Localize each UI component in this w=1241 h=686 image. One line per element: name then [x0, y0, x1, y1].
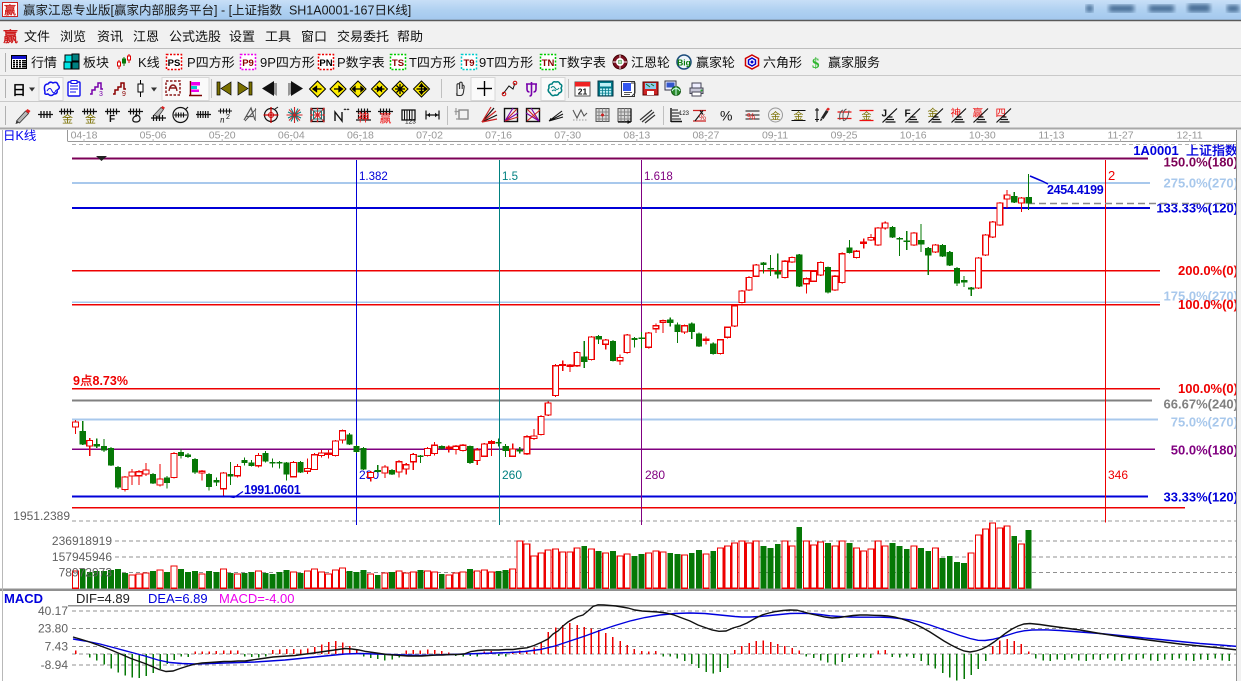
svg-text:P: P — [337, 55, 346, 70]
svg-text:K: K — [16, 129, 25, 143]
svg-text:1951.2389: 1951.2389 — [13, 509, 70, 523]
svg-text:F: F — [109, 114, 115, 125]
svg-text:236918919: 236918919 — [52, 534, 112, 548]
svg-text:2: 2 — [1108, 168, 1115, 183]
svg-text:T9: T9 — [463, 58, 474, 69]
svg-text:[: [ — [111, 4, 115, 18]
svg-text:1991.0601: 1991.0601 — [244, 483, 301, 497]
svg-text:346: 346 — [1108, 468, 1128, 482]
svg-text:21: 21 — [578, 87, 588, 97]
svg-text:9P: 9P — [260, 55, 276, 70]
svg-text:P9: P9 — [242, 58, 254, 69]
svg-text:%: % — [720, 108, 732, 124]
svg-text:157945946: 157945946 — [52, 550, 112, 564]
svg-text:23.80: 23.80 — [38, 622, 68, 636]
svg-text:280: 280 — [645, 468, 665, 482]
svg-text:1.5: 1.5 — [502, 171, 518, 183]
svg-text:DIF=4.89: DIF=4.89 — [76, 591, 130, 606]
svg-text:1.382: 1.382 — [359, 171, 388, 183]
svg-text:%: % — [699, 113, 706, 122]
svg-text:50.0%(180): 50.0%(180) — [1171, 443, 1238, 458]
svg-text:8.73%: 8.73% — [93, 374, 128, 388]
svg-text:-8.94: -8.94 — [41, 658, 69, 672]
svg-text:100.0%(0): 100.0%(0) — [1178, 381, 1238, 396]
svg-text:150.0%(180): 150.0%(180) — [1164, 155, 1238, 170]
svg-text:T: T — [409, 55, 417, 70]
svg-text:TS: TS — [392, 58, 404, 69]
svg-text:K: K — [138, 55, 147, 70]
svg-text:100.0%(0): 100.0%(0) — [1178, 297, 1238, 312]
svg-text:123: 123 — [679, 111, 690, 117]
svg-text:9T: 9T — [479, 55, 494, 70]
svg-text:275.0%(270): 275.0%(270) — [1164, 176, 1238, 191]
svg-text:K: K — [387, 4, 396, 18]
svg-text:SH1A0001-167: SH1A0001-167 — [282, 4, 374, 18]
svg-text:66.67%(240): 66.67%(240) — [1164, 397, 1238, 412]
svg-text:9: 9 — [122, 91, 126, 98]
svg-text:MACD=-4.00: MACD=-4.00 — [219, 591, 295, 606]
svg-text:9: 9 — [73, 374, 80, 388]
svg-text:J: J — [882, 109, 888, 120]
svg-text:78972973: 78972973 — [59, 566, 113, 580]
svg-text:2454.4199: 2454.4199 — [1047, 183, 1104, 197]
svg-text:3: 3 — [99, 91, 103, 98]
svg-text:75.0%(270): 75.0%(270) — [1171, 415, 1238, 430]
svg-text:P: P — [187, 55, 196, 70]
svg-text:123: 123 — [405, 119, 416, 126]
svg-text:n: n — [220, 115, 225, 125]
svg-text:7.43: 7.43 — [45, 639, 69, 653]
svg-text:PS: PS — [168, 58, 181, 69]
svg-text:DEA=6.89: DEA=6.89 — [148, 591, 208, 606]
svg-text:1.618: 1.618 — [644, 171, 673, 183]
svg-text:TN: TN — [542, 58, 555, 69]
svg-text:40.17: 40.17 — [38, 604, 68, 618]
svg-text:T: T — [559, 55, 567, 70]
svg-text:Big: Big — [677, 58, 691, 68]
svg-text:260: 260 — [502, 468, 522, 482]
svg-text:PN: PN — [319, 58, 332, 69]
svg-text:200.0%(0): 200.0%(0) — [1178, 263, 1238, 278]
svg-text:%: % — [747, 112, 755, 122]
svg-text:2: 2 — [226, 114, 230, 121]
svg-text:33.33%(120): 33.33%(120) — [1164, 490, 1238, 505]
svg-text:]: ] — [408, 4, 411, 18]
svg-text:] - [: ] - [ — [214, 4, 233, 18]
svg-text:$: $ — [812, 56, 820, 72]
